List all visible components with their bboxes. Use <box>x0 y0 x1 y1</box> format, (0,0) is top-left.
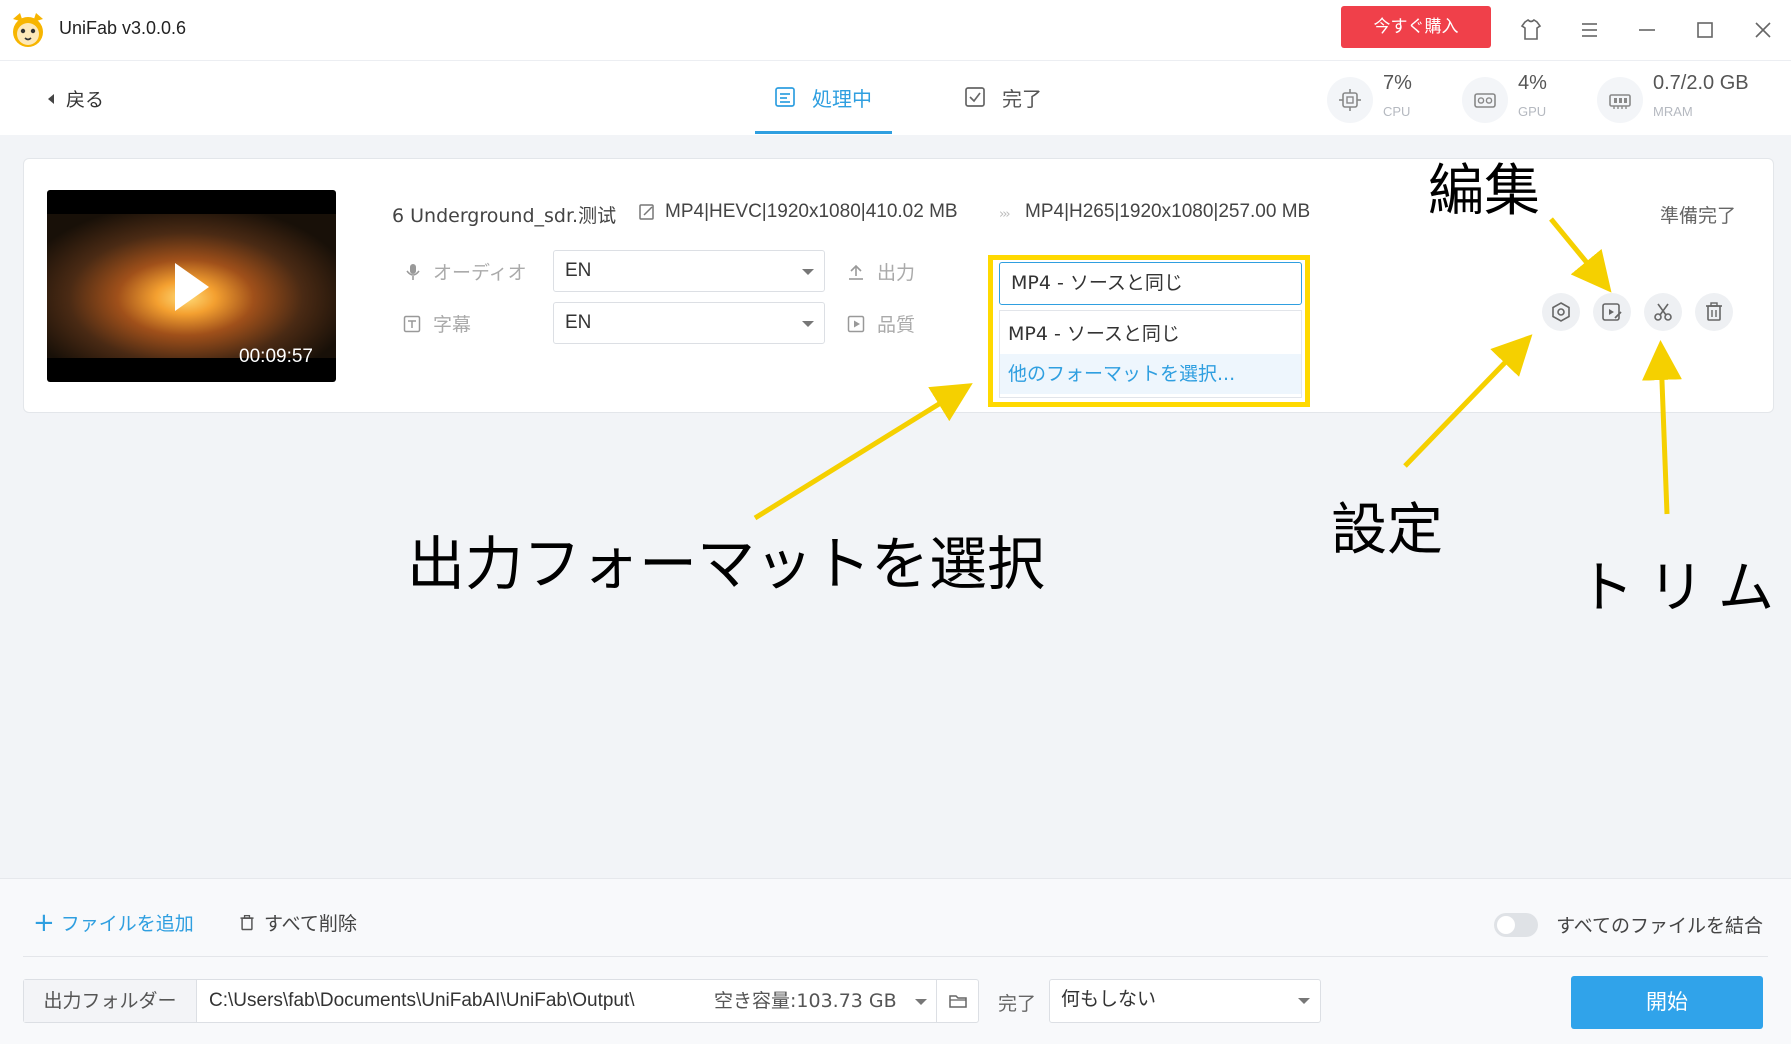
after-done-value: 何もしない <box>1061 989 1157 1010</box>
merge-files-group: すべてのファイルを結合 <box>1494 911 1763 938</box>
bottom-panel: + ファイルを追加 すべて削除 すべてのファイルを結合 出力フォルダー C:\U… <box>0 878 1791 1044</box>
merge-label: すべてのファイルを結合 <box>1556 915 1763 937</box>
after-done-label: 完了 <box>998 993 1037 1015</box>
arrow-to-edit <box>1549 217 1612 293</box>
merge-toggle[interactable] <box>1494 912 1539 937</box>
arrow-to-format <box>753 383 973 521</box>
toggle-knob <box>1497 915 1516 934</box>
free-space: 空き容量:103.73 GB <box>714 990 897 1012</box>
browse-folder-button[interactable] <box>936 980 979 1022</box>
arrow-to-settings <box>1403 334 1533 468</box>
after-done-select[interactable]: 何もしない <box>1049 979 1321 1023</box>
chevron-down-icon <box>1298 998 1310 1004</box>
chevron-down-icon[interactable] <box>915 999 927 1005</box>
output-folder-label: 出力フォルダー <box>24 980 197 1022</box>
delete-all-label: すべて削除 <box>264 913 357 935</box>
annotation-trim: トリム <box>1578 556 1788 621</box>
output-folder-field: 出力フォルダー C:\Users\fab\Documents\UniFabAI\… <box>23 979 979 1023</box>
delete-all-button[interactable]: すべて削除 <box>238 909 357 936</box>
start-button[interactable]: 開始 <box>1571 976 1763 1029</box>
annotation-settings: 設定 <box>1331 498 1443 563</box>
add-file-button[interactable]: + ファイルを追加 <box>33 909 194 936</box>
add-file-label: ファイルを追加 <box>60 913 194 935</box>
plus-icon: + <box>33 907 55 938</box>
divider <box>23 956 1768 957</box>
trash-icon <box>240 914 254 930</box>
annotation-select-format: 出力フォーマットを選択 <box>407 530 1046 598</box>
folder-icon <box>949 995 967 1008</box>
output-path-input[interactable]: C:\Users\fab\Documents\UniFabAI\UniFab\O… <box>209 980 635 1022</box>
annotation-edit: 編集 <box>1428 159 1540 224</box>
arrow-to-trim <box>1641 340 1682 515</box>
